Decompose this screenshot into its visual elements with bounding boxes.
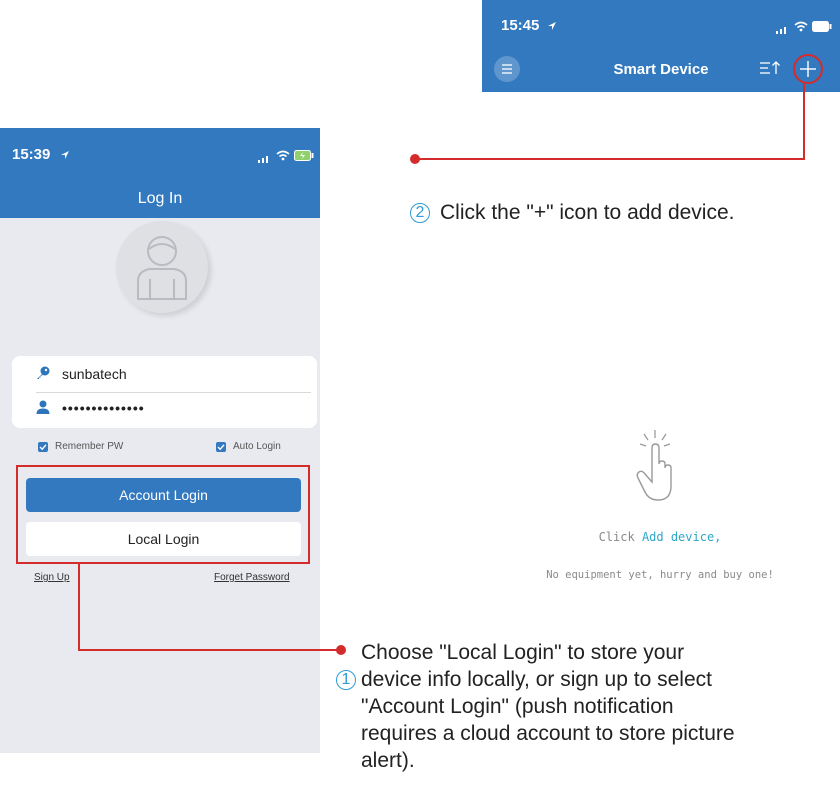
status-time: 15:39 xyxy=(12,146,51,163)
username-value: sunbatech xyxy=(62,366,127,382)
forget-password-link[interactable]: Forget Password xyxy=(214,572,290,583)
signal-icon xyxy=(776,21,790,39)
connector-dot xyxy=(410,154,420,164)
status-bar: 15:39 xyxy=(0,128,320,178)
wifi-icon xyxy=(276,148,290,166)
user-icon xyxy=(36,400,62,417)
user-avatar-icon xyxy=(137,236,187,300)
signal-icon xyxy=(258,150,272,168)
empty-state-secondary: No equipment yet, hurry and buy one! xyxy=(546,569,774,581)
checkbox-checked-icon xyxy=(216,441,226,452)
step-1-line: "Account Login" (push notification xyxy=(361,695,674,718)
step-2-instruction: Click the "+" icon to add device. xyxy=(440,201,735,224)
step-number-2: 2 xyxy=(410,203,430,223)
auto-login-label: Auto Login xyxy=(233,441,281,452)
add-device-link[interactable]: Add device, xyxy=(642,530,721,544)
connector-dot xyxy=(336,645,346,655)
remember-pw-label: Remember PW xyxy=(55,441,124,452)
checkbox-checked-icon xyxy=(38,441,48,452)
auto-login-checkbox[interactable]: Auto Login xyxy=(216,441,281,452)
password-field[interactable]: •••••••••••••• xyxy=(36,394,145,422)
battery-icon xyxy=(812,19,832,37)
connector-line xyxy=(803,84,805,160)
password-value: •••••••••••••• xyxy=(62,400,145,416)
status-time: 15:45 xyxy=(501,17,540,34)
step-1-instruction: Choose "Local Login" to store your devic… xyxy=(361,639,839,774)
location-arrow-icon xyxy=(60,147,70,165)
step-1-line: alert). xyxy=(361,749,415,772)
divider xyxy=(36,392,311,393)
page-title: Log In xyxy=(137,190,183,207)
add-device-button[interactable] xyxy=(793,54,823,84)
nav-bar: Log In xyxy=(0,178,320,218)
remember-pw-checkbox[interactable]: Remember PW xyxy=(38,441,123,452)
page-title: Smart Device xyxy=(613,61,709,78)
step-1-line: device info locally, or sign up to selec… xyxy=(361,668,712,691)
login-screen: 15:39 Log In sunbatech •••••••••••••• Re… xyxy=(0,128,320,753)
connector-line xyxy=(78,649,340,651)
empty-state-primary: Click Add device, xyxy=(540,530,780,544)
step-number-1: 1 xyxy=(336,670,356,690)
battery-icon xyxy=(294,148,314,166)
key-icon xyxy=(36,366,62,383)
wifi-icon xyxy=(794,19,808,37)
connector-line xyxy=(78,563,80,651)
step-1-line: Choose "Local Login" to store your xyxy=(361,641,685,664)
step-1-line: requires a cloud account to store pictur… xyxy=(361,722,735,745)
username-field[interactable]: sunbatech xyxy=(36,360,127,388)
sign-up-link[interactable]: Sign Up xyxy=(34,572,70,583)
highlight-frame xyxy=(16,465,310,564)
plus-icon xyxy=(800,61,816,77)
tap-hand-icon xyxy=(630,428,680,509)
connector-line xyxy=(417,158,805,160)
credentials-card: sunbatech •••••••••••••• xyxy=(12,356,317,428)
sort-icon[interactable] xyxy=(759,60,781,81)
empty-state-prefix: Click xyxy=(598,530,642,544)
avatar xyxy=(116,221,208,313)
location-arrow-icon xyxy=(547,18,557,36)
smart-device-header: 15:45 Smart Device xyxy=(482,0,840,92)
